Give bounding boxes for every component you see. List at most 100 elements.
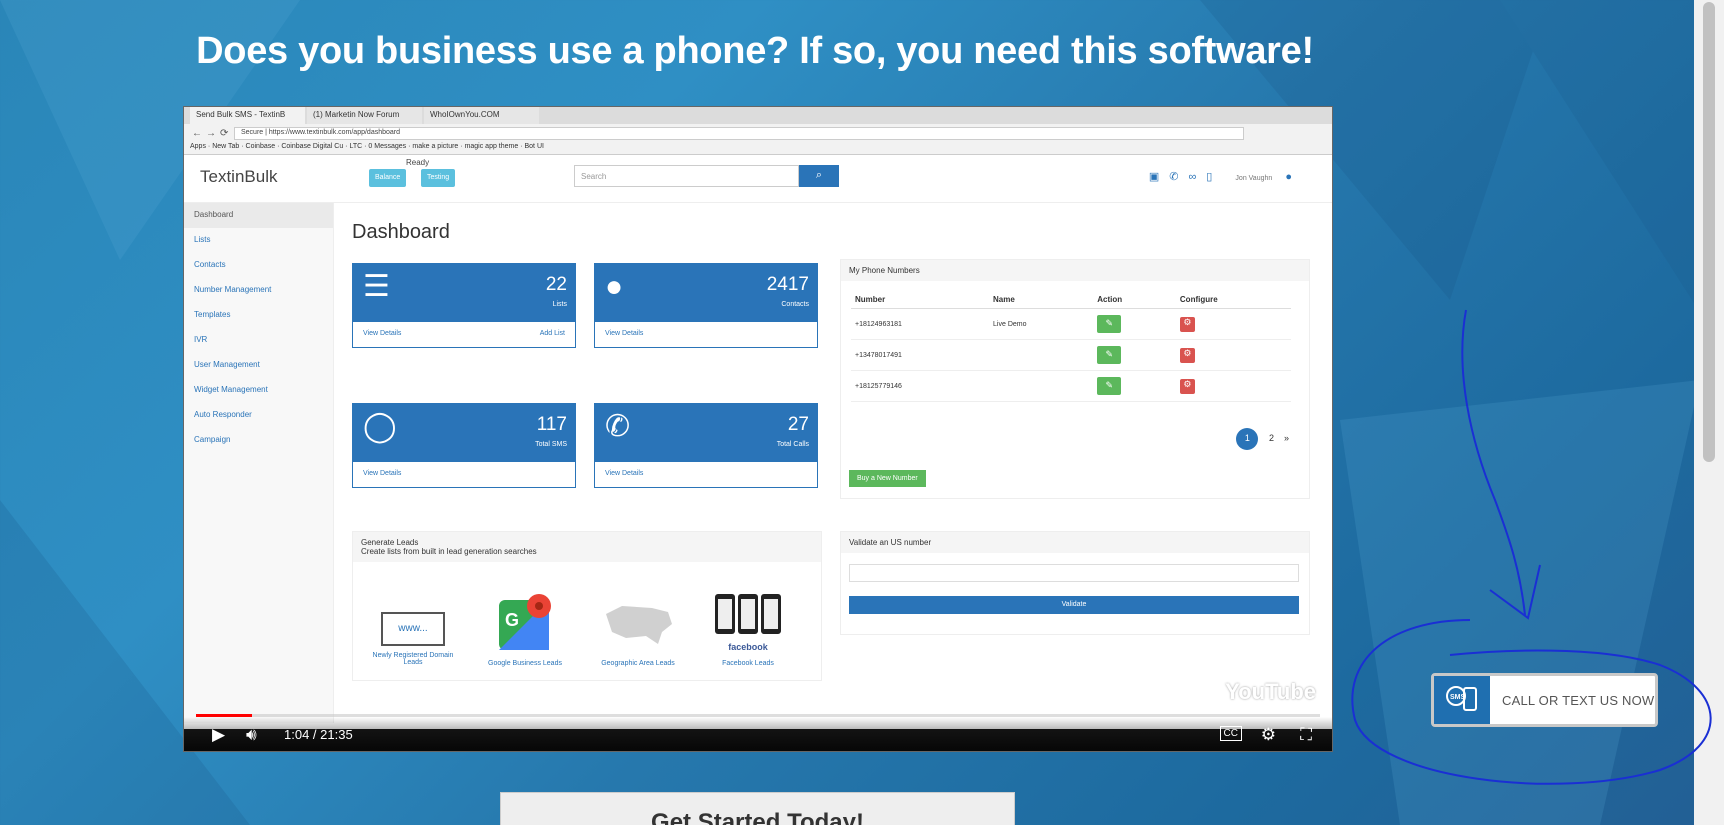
browser-tabs: Send Bulk SMS - TextinB (1) Marketin Now… xyxy=(184,107,1332,124)
fullscreen-icon[interactable]: ⛶ xyxy=(1300,725,1312,745)
stat-card-lists: ☰ 22 Lists View Details Add List xyxy=(352,263,576,348)
panel-title: Generate Leads Create lists from built i… xyxy=(353,532,821,562)
sidebar-item-widget-management: Widget Management xyxy=(194,385,268,394)
sidebar-item-number-management: Number Management xyxy=(194,285,272,294)
lead-label: Google Business Leads xyxy=(488,660,562,667)
play-icon[interactable]: ▶ xyxy=(212,725,225,745)
sidebar-item-auto-responder: Auto Responder xyxy=(194,410,252,419)
edit-icon: ✎ xyxy=(1097,346,1122,364)
panel-title: My Phone Numbers xyxy=(841,260,1309,281)
leads-title: Generate Leads xyxy=(361,538,419,547)
buy-number-button: Buy a New Number xyxy=(849,470,926,487)
lead-label: Newly Registered Domain Leads xyxy=(372,652,454,666)
stat-card-calls: ✆ 27 Total Calls View Details xyxy=(594,403,818,488)
stat-card-sms: ◯ 117 Total SMS View Details xyxy=(352,403,576,488)
app-search: Search xyxy=(574,165,799,187)
phone-numbers-table: Number Name Action Configure +18124963181 Li… xyxy=(851,291,1291,402)
number-name xyxy=(989,370,1094,402)
reload-icon: ⟳ xyxy=(220,128,229,139)
bookmark: 0 Messages xyxy=(368,143,407,150)
phone-icon: ✆ xyxy=(1169,171,1189,183)
browser-tab: Send Bulk SMS - TextinB xyxy=(190,107,305,124)
configure-icon: ⚙ xyxy=(1179,378,1195,394)
app-sidebar: Dashboard Lists Contacts Number Manageme… xyxy=(184,203,334,723)
facebook-phones-icon: facebook xyxy=(713,592,783,654)
page-title: Dashboard xyxy=(352,221,450,243)
edit-icon: ✎ xyxy=(1097,315,1122,333)
inbox-icon: ▣ xyxy=(1148,171,1170,183)
scrollbar-thumb[interactable] xyxy=(1703,2,1715,462)
stat-value: 117 xyxy=(536,414,567,435)
stat-label: Total Calls xyxy=(776,441,809,448)
video-player[interactable]: Send Bulk SMS - TextinB (1) Marketin Now… xyxy=(183,106,1333,752)
user-name: Jon Vaughn xyxy=(1235,175,1273,182)
page-scrollbar[interactable] xyxy=(1694,0,1724,825)
leads-subtitle: Create lists from built in lead generati… xyxy=(361,547,537,556)
voicemail-icon: ∞ xyxy=(1188,171,1207,183)
status-text: Ready xyxy=(406,158,430,167)
captions-icon[interactable]: CC xyxy=(1219,726,1242,741)
sidebar-item-user-management: User Management xyxy=(194,360,260,369)
phone-number: +13478017491 xyxy=(851,339,990,371)
sidebar-item-lists: Lists xyxy=(194,235,211,244)
column-header: Action xyxy=(1093,291,1176,309)
settings-gear-icon[interactable]: ⚙ xyxy=(1261,725,1276,745)
sidebar-item-dashboard: Dashboard xyxy=(184,203,333,228)
validate-input xyxy=(849,564,1299,582)
facebook-label: facebook xyxy=(728,642,768,652)
browser-chrome: Send Bulk SMS - TextinB (1) Marketin Now… xyxy=(184,107,1332,155)
panel-title: Validate an US number xyxy=(841,532,1309,553)
player-controls: ▶ 🔊︎ 1:04 / 21:35 CC ⚙ ⛶ xyxy=(184,717,1332,751)
number-name: Live Demo xyxy=(989,308,1094,340)
view-details-link: View Details xyxy=(605,470,644,477)
headline: Does you business use a phone? If so, yo… xyxy=(196,30,1314,72)
stat-label: Total SMS xyxy=(535,441,567,448)
us-map-icon xyxy=(602,592,674,654)
svg-text:G: G xyxy=(505,610,519,630)
bookmark: Bot UI xyxy=(524,143,544,150)
sidebar-item-ivr: IVR xyxy=(194,335,208,344)
sms-phone-icon: SMS xyxy=(1434,676,1490,724)
sidebar-item-templates: Templates xyxy=(194,310,231,319)
user-icon: ● xyxy=(1285,171,1302,183)
call-text-widget[interactable]: SMS CALL OR TEXT US NOW xyxy=(1431,673,1658,727)
configure-icon: ⚙ xyxy=(1179,347,1195,363)
lead-label: Geographic Area Leads xyxy=(601,660,675,667)
youtube-logo[interactable]: YouTube xyxy=(1225,679,1316,705)
app-logo: TextinBulk xyxy=(200,167,278,186)
bookmark: Coinbase Digital Cu xyxy=(281,143,344,150)
sidebar-item-campaign: Campaign xyxy=(194,435,231,444)
stat-label: Lists xyxy=(552,301,567,308)
sidebar-item-contacts: Contacts xyxy=(194,260,226,269)
page-2: 2 xyxy=(1268,433,1274,443)
forward-icon: → xyxy=(206,128,216,139)
bookmark: Coinbase xyxy=(245,143,276,150)
table-row: +18125779146 ✎ ⚙ xyxy=(851,370,1291,402)
page-1: 1 xyxy=(1236,428,1259,450)
browser-tab: WhoIOwnYou.COM xyxy=(424,107,539,124)
call-text-label: CALL OR TEXT US NOW xyxy=(1502,692,1655,708)
server-icon: ☰ xyxy=(363,270,390,303)
app-header: TextinBulk Ready Balance Testing Search … xyxy=(184,155,1332,203)
validate-panel: Validate an US number Validate xyxy=(840,531,1310,635)
validate-button: Validate xyxy=(849,596,1299,614)
testing-button: Testing xyxy=(421,169,456,187)
get-started-button[interactable]: Get Started Today! xyxy=(500,792,1015,825)
bookmark: make a picture xyxy=(412,143,459,150)
stat-value: 2417 xyxy=(766,274,809,295)
lead-tile-facebook: facebook Facebook Leads xyxy=(698,592,798,667)
column-header: Name xyxy=(989,291,1094,309)
volume-icon[interactable]: 🔊︎ xyxy=(246,725,257,745)
view-details-link: View Details xyxy=(605,330,644,337)
view-details-link: View Details xyxy=(363,470,402,477)
view-details-link: View Details xyxy=(363,330,402,337)
stat-value: 22 xyxy=(545,274,567,295)
edit-icon: ✎ xyxy=(1097,377,1122,395)
configure-icon: ⚙ xyxy=(1179,316,1195,332)
table-row: +13478017491 ✎ ⚙ xyxy=(851,339,1291,371)
bookmark: magic app theme xyxy=(464,143,519,150)
back-icon: ← xyxy=(192,128,202,139)
header-icons: ▣✆∞▯ Jon Vaughn ● xyxy=(1149,170,1302,183)
bookmark: New Tab xyxy=(212,143,240,150)
user-icon: ● xyxy=(605,270,624,303)
